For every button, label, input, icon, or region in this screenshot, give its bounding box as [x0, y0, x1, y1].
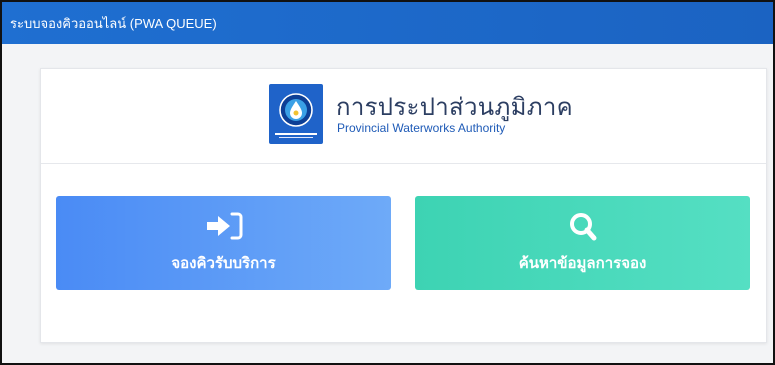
magnifier-icon — [569, 213, 596, 241]
card-header: การประปาส่วนภูมิภาค Provincial Waterwork… — [41, 69, 766, 164]
sign-in-arrow-icon — [206, 212, 242, 240]
brand-english-name: Provincial Waterworks Authority — [337, 121, 506, 135]
search-booking-label: ค้นหาข้อมูลการจอง — [518, 255, 647, 272]
seal-icon — [279, 93, 313, 127]
logo-caption-icon — [275, 133, 317, 138]
book-queue-label: จองคิวรับบริการ — [171, 255, 276, 272]
main-card: การประปาส่วนภูมิภาค Provincial Waterwork… — [40, 68, 767, 343]
app-title: ระบบจองคิวออนไลน์ (PWA QUEUE) — [10, 15, 217, 31]
book-queue-button[interactable]: จองคิวรับบริการ — [56, 196, 391, 290]
pwa-logo — [269, 84, 323, 144]
top-bar: ระบบจองคิวออนไลน์ (PWA QUEUE) — [2, 2, 773, 44]
search-booking-button[interactable]: ค้นหาข้อมูลการจอง — [415, 196, 750, 290]
